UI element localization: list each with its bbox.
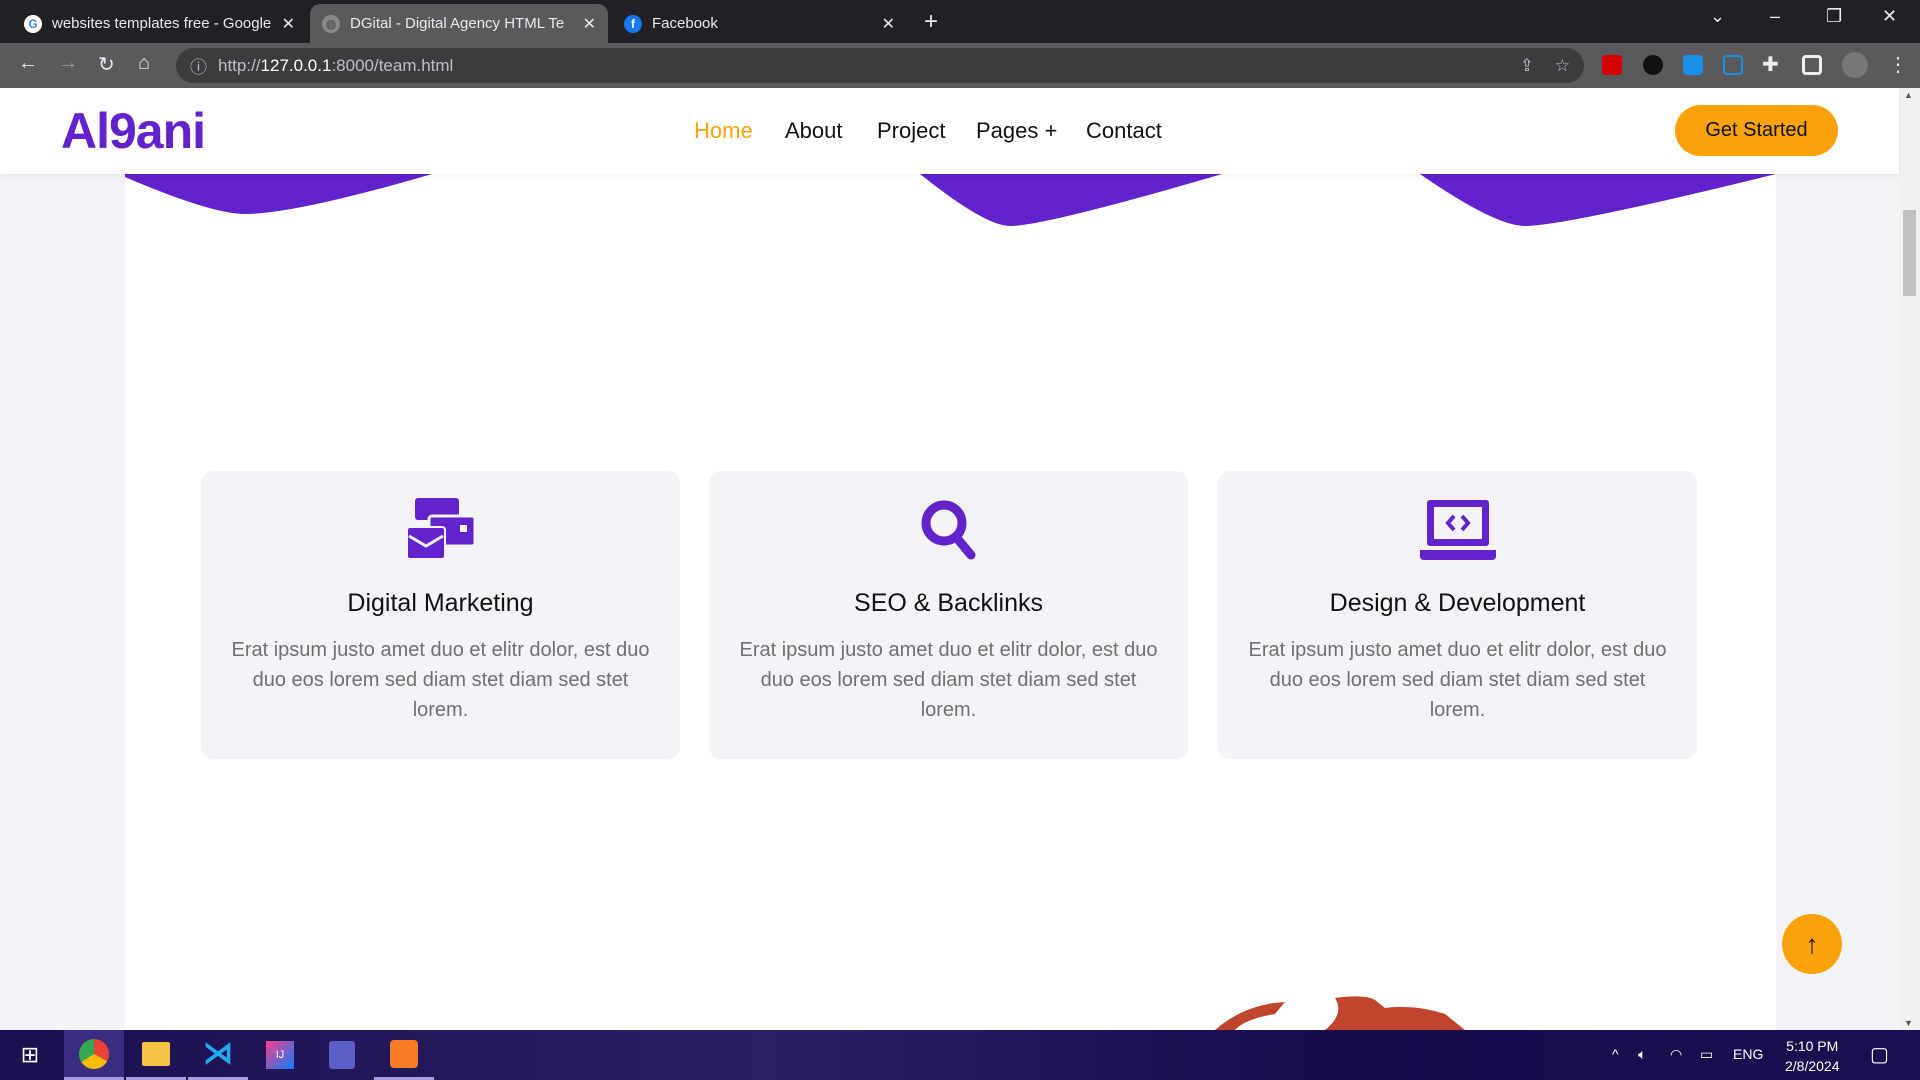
clock[interactable]: 5:10 PM 2/8/2024 [1785, 1036, 1840, 1076]
nav-contact[interactable]: Contact [1086, 118, 1162, 144]
language-indicator[interactable]: ENG [1733, 1046, 1763, 1062]
service-card: SEO & Backlinks Erat ipsum justo amet du… [709, 471, 1188, 759]
windows-taskbar: ⊞ ⋊ IJ ^ 🔈︎ ◠ ▭ ENG 5:10 PM 2/8/2024 ▢ [0, 1030, 1920, 1080]
share-icon[interactable]: ⇪ [1520, 56, 1534, 76]
service-description: Erat ipsum justo amet duo et elitr dolor… [231, 639, 650, 721]
taskbar-chrome[interactable] [64, 1030, 124, 1080]
nav-home[interactable]: Home [694, 118, 753, 144]
vpn-extension-icon[interactable] [1683, 55, 1703, 75]
back-to-top-button[interactable]: ↑ [1782, 914, 1842, 974]
get-started-button[interactable]: Get Started [1675, 105, 1838, 156]
wifi-icon[interactable]: ◠ [1670, 1046, 1682, 1063]
globe-icon: ◍ [322, 14, 340, 33]
vscode-icon: ⋊ [203, 1037, 233, 1070]
taskbar-xampp[interactable] [374, 1030, 434, 1080]
google-icon: G [24, 14, 42, 33]
taskbar-teams[interactable] [312, 1030, 372, 1080]
scrollbar-thumb[interactable] [1903, 210, 1916, 296]
forward-icon[interactable]: → [58, 52, 78, 75]
site-navbar: Al9ani Home About Project Pages + Contac… [0, 88, 1899, 174]
wave-shape [125, 174, 432, 214]
close-tab-icon[interactable]: ✕ [882, 14, 895, 34]
page-scrollbar[interactable]: ▲ ▼ [1899, 88, 1920, 1030]
volume-icon[interactable]: 🔈︎ [1638, 1046, 1646, 1063]
tab-dgital[interactable]: ◍ DGital - Digital Agency HTML Template … [310, 4, 608, 43]
service-description: Erat ipsum justo amet duo et elitr dolor… [739, 639, 1158, 721]
footprint-extension-icon[interactable] [1643, 55, 1663, 75]
tab-title: websites templates free - Google [52, 15, 272, 32]
taskbar-vscode[interactable]: ⋊ [188, 1030, 248, 1080]
nav-pages-dropdown[interactable]: Pages + [976, 118, 1057, 144]
windows-icon: ⊞ [20, 1042, 40, 1067]
profile-avatar[interactable] [1842, 52, 1868, 78]
tab-title: Facebook [652, 15, 718, 32]
browser-menu-icon[interactable]: ⋮ [1888, 52, 1908, 77]
service-title: Design & Development [1329, 589, 1586, 617]
taskbar-intellij[interactable]: IJ [250, 1030, 310, 1080]
taskbar-file-explorer[interactable] [126, 1030, 186, 1080]
battery-icon[interactable]: ▭ [1700, 1046, 1713, 1063]
side-panel-icon[interactable] [1802, 55, 1822, 75]
home-icon[interactable]: ⌂ [138, 52, 150, 75]
cast-icon[interactable] [1723, 55, 1743, 75]
browser-toolbar: ← → ↻ ⌂ ⓘ http://127.0.0.1:8000/team.htm… [0, 43, 1920, 88]
adblock-extension-icon[interactable] [1602, 55, 1622, 75]
tab-title: DGital - Digital Agency HTML Template [350, 15, 565, 32]
close-tab-icon[interactable]: ✕ [583, 14, 596, 34]
site-logo[interactable]: Al9ani [61, 102, 206, 160]
reload-icon[interactable]: ↻ [98, 52, 115, 77]
restore-button[interactable]: ❐ [1826, 6, 1842, 27]
back-icon[interactable]: ← [18, 52, 38, 75]
new-tab-button[interactable]: + [924, 8, 938, 36]
clock-date: 2/8/2024 [1785, 1058, 1840, 1074]
close-tab-icon[interactable]: ✕ [282, 14, 295, 34]
notifications-icon[interactable]: ▢ [1870, 1042, 1889, 1067]
address-bar[interactable]: ⓘ http://127.0.0.1:8000/team.html ⇪ ☆ [176, 48, 1584, 83]
tab-search-icon[interactable]: ⌄ [1710, 6, 1725, 27]
start-button[interactable]: ⊞ [0, 1030, 60, 1080]
minimize-button[interactable]: – [1770, 6, 1780, 27]
extensions-puzzle-icon[interactable]: ✚ [1762, 52, 1779, 77]
folder-icon [142, 1041, 170, 1066]
search-icon [921, 500, 975, 560]
info-icon: ⓘ [190, 58, 207, 77]
url-host: 127.0.0.1 [260, 55, 332, 75]
decorative-waves [125, 174, 1776, 226]
wave-shape [920, 174, 1222, 226]
nav-about[interactable]: About [785, 118, 843, 144]
tab-google-search[interactable]: G websites templates free - Google ✕ [12, 4, 307, 43]
services-section: Digital Marketing Erat ipsum justo amet … [125, 174, 1776, 1030]
service-title: Digital Marketing [347, 589, 534, 617]
url-path: :8000/team.html [331, 55, 454, 75]
intellij-icon: IJ [266, 1041, 294, 1069]
service-title: SEO & Backlinks [854, 589, 1043, 617]
nav-project[interactable]: Project [877, 118, 945, 144]
chrome-icon [79, 1038, 109, 1069]
facebook-icon: f [624, 14, 642, 33]
teams-icon [329, 1041, 355, 1069]
browser-tab-bar: G websites templates free - Google ✕ ◍ D… [0, 0, 1920, 43]
service-description: Erat ipsum justo amet duo et elitr dolor… [1248, 639, 1667, 721]
envelope-cards-icon [406, 498, 475, 560]
scroll-up-icon[interactable]: ▲ [1904, 90, 1913, 100]
url-scheme: http:// [218, 55, 261, 75]
service-card: Digital Marketing Erat ipsum justo amet … [201, 471, 680, 759]
tab-facebook[interactable]: f Facebook ✕ [612, 4, 907, 43]
service-card: Design & Development Erat ipsum justo am… [1218, 471, 1697, 759]
close-window-button[interactable]: ✕ [1882, 6, 1897, 27]
wave-shape [1420, 174, 1776, 226]
xampp-icon [390, 1039, 418, 1068]
clock-time: 5:10 PM [1786, 1038, 1839, 1054]
scroll-down-icon[interactable]: ▼ [1904, 1018, 1913, 1028]
show-hidden-icons[interactable]: ^ [1612, 1046, 1619, 1062]
laptop-code-icon [1419, 500, 1496, 560]
decorative-map-shape [1215, 996, 1465, 1030]
bookmark-star-icon[interactable]: ☆ [1555, 56, 1570, 76]
